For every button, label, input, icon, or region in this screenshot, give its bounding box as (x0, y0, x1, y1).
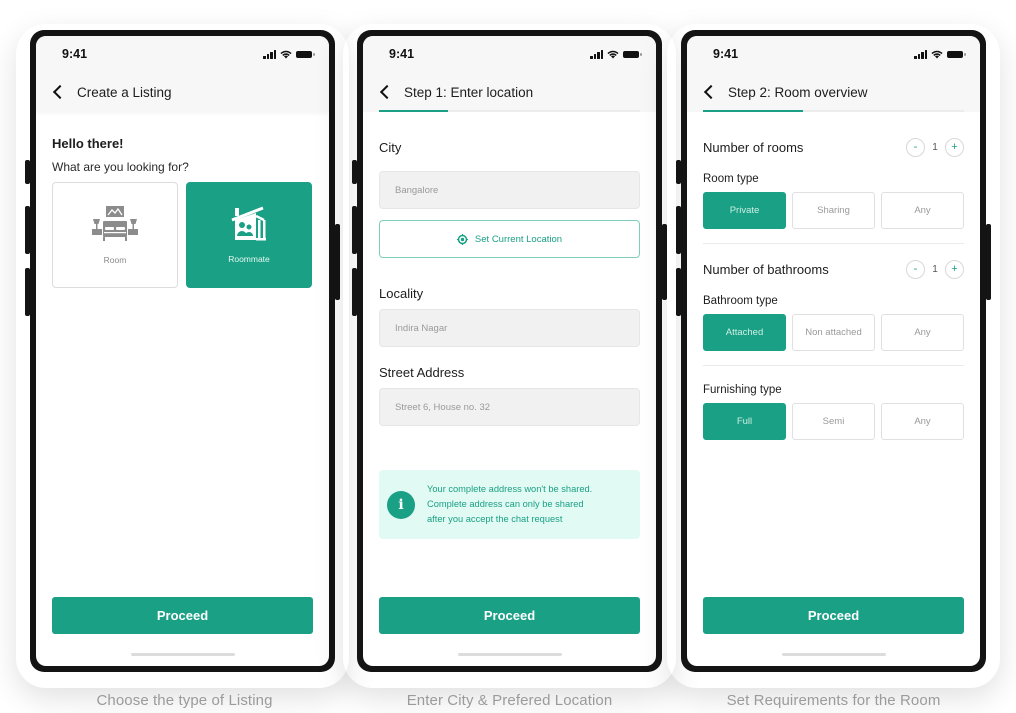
bathroom-type-label: Bathroom type (703, 295, 778, 307)
room-type-any[interactable]: Any (881, 192, 964, 229)
bathroom-type-non-attached[interactable]: Non attached (792, 314, 875, 351)
address-privacy-notice: i Your complete address won't be shared.… (379, 470, 640, 539)
proceed-button[interactable]: Proceed (52, 597, 313, 634)
page-title: Step 2: Room overview (728, 84, 868, 100)
furnishing-type-label: Furnishing type (703, 384, 782, 396)
page-title: Step 1: Enter location (404, 84, 534, 100)
cellular-signal-icon (263, 49, 276, 59)
street-address-label: Street Address (379, 365, 465, 380)
proceed-button[interactable]: Proceed (703, 597, 964, 634)
rooms-decrement-button[interactable]: - (906, 138, 925, 157)
screen: 9:41 Step 2: Room overview Number of roo… (687, 36, 980, 666)
listing-type-room-card[interactable]: Room (52, 182, 178, 288)
bathroom-type-any[interactable]: Any (881, 314, 964, 351)
info-line-3: after you accept the chat request (427, 514, 563, 524)
room-type-private[interactable]: Private (703, 192, 786, 229)
rooms-row: Number of rooms - 1 + (703, 138, 964, 157)
wifi-icon (607, 50, 619, 58)
info-icon: i (387, 490, 415, 519)
question-text: What are you looking for? (52, 160, 189, 174)
battery-icon (623, 50, 642, 58)
set-current-location-button[interactable]: Set Current Location (379, 220, 640, 258)
wifi-icon (931, 50, 943, 58)
room-type-options: Private Sharing Any (703, 192, 964, 229)
room-type-label: Room type (703, 173, 759, 185)
nav-bar: Step 2: Room overview (687, 72, 980, 112)
battery-icon (947, 50, 966, 58)
caption-room-requirements: Set Requirements for the Room (726, 692, 941, 709)
bathrooms-decrement-button[interactable]: - (906, 260, 925, 279)
set-current-location-label: Set Current Location (474, 233, 563, 245)
divider (703, 243, 964, 244)
furnishing-type-any[interactable]: Any (881, 403, 964, 440)
rooms-label: Number of rooms (703, 140, 804, 155)
back-chevron-icon[interactable] (703, 84, 719, 100)
status-time: 9:41 (389, 47, 415, 61)
bathrooms-row: Number of bathrooms - 1 + (703, 260, 964, 279)
bathrooms-count: 1 (932, 264, 938, 275)
furnishing-type-semi[interactable]: Semi (792, 403, 875, 440)
caption-enter-location: Enter City & Prefered Location (406, 692, 613, 709)
roommate-label: Roommate (228, 254, 270, 264)
rooms-increment-button[interactable]: + (945, 138, 964, 157)
furnishing-type-options: Full Semi Any (703, 403, 964, 440)
status-time: 9:41 (62, 47, 88, 61)
step-progress-bar (703, 110, 964, 112)
bedroom-icon (92, 206, 138, 241)
location-target-icon (456, 233, 468, 245)
listing-type-roommate-card[interactable]: Roommate (186, 182, 312, 288)
phone-enter-location: 9:41 Step 1: Enter location City Bangalo… (352, 30, 667, 672)
home-indicator (130, 653, 235, 656)
step-progress-bar (379, 110, 640, 112)
bathroom-type-options: Attached Non attached Any (703, 314, 964, 351)
roommate-house-icon (231, 206, 266, 241)
cellular-signal-icon (590, 49, 603, 59)
phone-room-overview: 9:41 Step 2: Room overview Number of roo… (676, 30, 991, 672)
city-label: City (379, 140, 402, 155)
screen: 9:41 Step 1: Enter location City Bangalo… (363, 36, 656, 666)
status-bar: 9:41 (36, 36, 329, 72)
power-button (335, 224, 340, 300)
page-title: Create a Listing (77, 84, 172, 100)
street-address-input[interactable]: Street 6, House no. 32 (379, 388, 640, 426)
locality-label: Locality (379, 286, 424, 301)
info-line-2: Complete address can only be shared (427, 499, 584, 509)
greeting: Hello there! (52, 136, 124, 151)
locality-input[interactable]: Indira Nagar (379, 309, 640, 347)
proceed-button[interactable]: Proceed (379, 597, 640, 634)
back-chevron-icon[interactable] (52, 84, 68, 100)
power-button (986, 224, 991, 300)
room-label: Room (103, 255, 127, 265)
power-button (662, 224, 667, 300)
divider (703, 365, 964, 366)
nav-bar: Create a Listing (36, 72, 329, 112)
caption-choose-listing-type: Choose the type of Listing (96, 692, 273, 709)
bathrooms-label: Number of bathrooms (703, 262, 829, 277)
status-time: 9:41 (713, 47, 739, 61)
info-line-1: Your complete address won't be shared. (427, 484, 593, 494)
city-input[interactable]: Bangalore (379, 171, 640, 209)
status-bar: 9:41 (363, 36, 656, 72)
wifi-icon (280, 50, 292, 58)
phone-create-listing: 9:41 Create a Listing Hello there! What … (25, 30, 340, 672)
home-indicator (781, 653, 886, 656)
screen: 9:41 Create a Listing Hello there! What … (36, 36, 329, 666)
nav-bar: Step 1: Enter location (363, 72, 656, 112)
rooms-stepper: - 1 + (906, 138, 964, 157)
battery-icon (296, 50, 315, 58)
room-type-sharing[interactable]: Sharing (792, 192, 875, 229)
back-chevron-icon[interactable] (379, 84, 395, 100)
furnishing-type-full[interactable]: Full (703, 403, 786, 440)
status-bar: 9:41 (687, 36, 980, 72)
home-indicator (457, 653, 562, 656)
rooms-count: 1 (932, 142, 938, 153)
bathrooms-increment-button[interactable]: + (945, 260, 964, 279)
cellular-signal-icon (914, 49, 927, 59)
bathrooms-stepper: - 1 + (906, 260, 964, 279)
bathroom-type-attached[interactable]: Attached (703, 314, 786, 351)
